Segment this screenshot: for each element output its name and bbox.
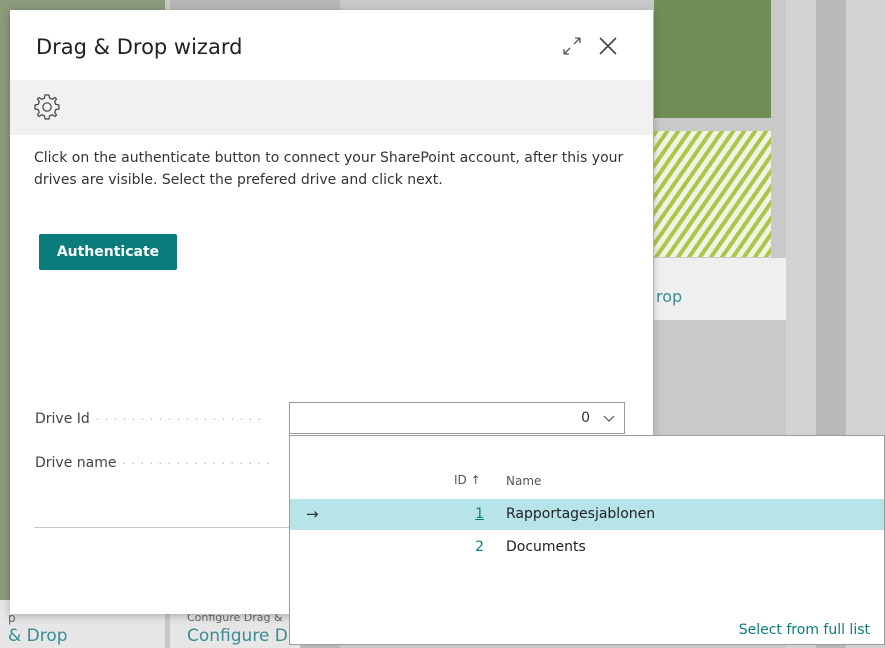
close-icon <box>599 37 617 55</box>
drive-id-label-text: Drive Id <box>35 411 90 427</box>
divider <box>34 527 294 528</box>
dialog-toolbar <box>10 80 653 135</box>
expand-button[interactable] <box>558 32 586 60</box>
select-from-full-list-link[interactable]: Select from full list <box>739 622 870 638</box>
background-card-text: rop <box>656 287 683 306</box>
instruction-text: Click on the authenticate button to conn… <box>34 150 624 188</box>
lookup-row[interactable]: → 1 Rapportagesjablonen <box>290 499 884 530</box>
dialog-title: Drag & Drop wizard <box>36 35 243 59</box>
drive-id-field[interactable]: 0 <box>289 402 625 434</box>
settings-button[interactable] <box>30 90 64 124</box>
drive-name-label: Drive name · · · · · · · · · · · · · · · … <box>35 455 271 471</box>
row-arrow-icon: → <box>306 505 319 523</box>
row-id[interactable]: 2 <box>450 539 484 555</box>
background-tile-title: Configure Dr <box>187 626 295 646</box>
drive-id-label: Drive Id · · · · · · · · · · · · · · · · … <box>35 411 263 427</box>
row-name: Documents <box>506 539 586 555</box>
lookup-row[interactable]: 2 Documents <box>290 532 884 563</box>
drive-id-value: 0 <box>581 410 590 426</box>
background-tile-title: & Drop <box>8 626 68 646</box>
drive-name-label-text: Drive name <box>35 455 117 471</box>
authenticate-button[interactable]: Authenticate <box>39 234 177 270</box>
gear-icon <box>34 94 60 120</box>
expand-icon <box>563 37 581 55</box>
row-id[interactable]: 1 <box>450 506 484 522</box>
chevron-down-icon[interactable] <box>602 411 616 425</box>
row-name: Rapportagesjablonen <box>506 506 656 522</box>
drive-lookup-dropdown: ID ↑ Name → 1 Rapportagesjablonen 2 Docu… <box>289 435 885 645</box>
column-header-name[interactable]: Name <box>506 474 541 488</box>
column-header-id[interactable]: ID ↑ <box>454 473 481 487</box>
close-button[interactable] <box>594 32 622 60</box>
background-green-block <box>654 0 771 118</box>
background-striped-block <box>654 131 771 257</box>
